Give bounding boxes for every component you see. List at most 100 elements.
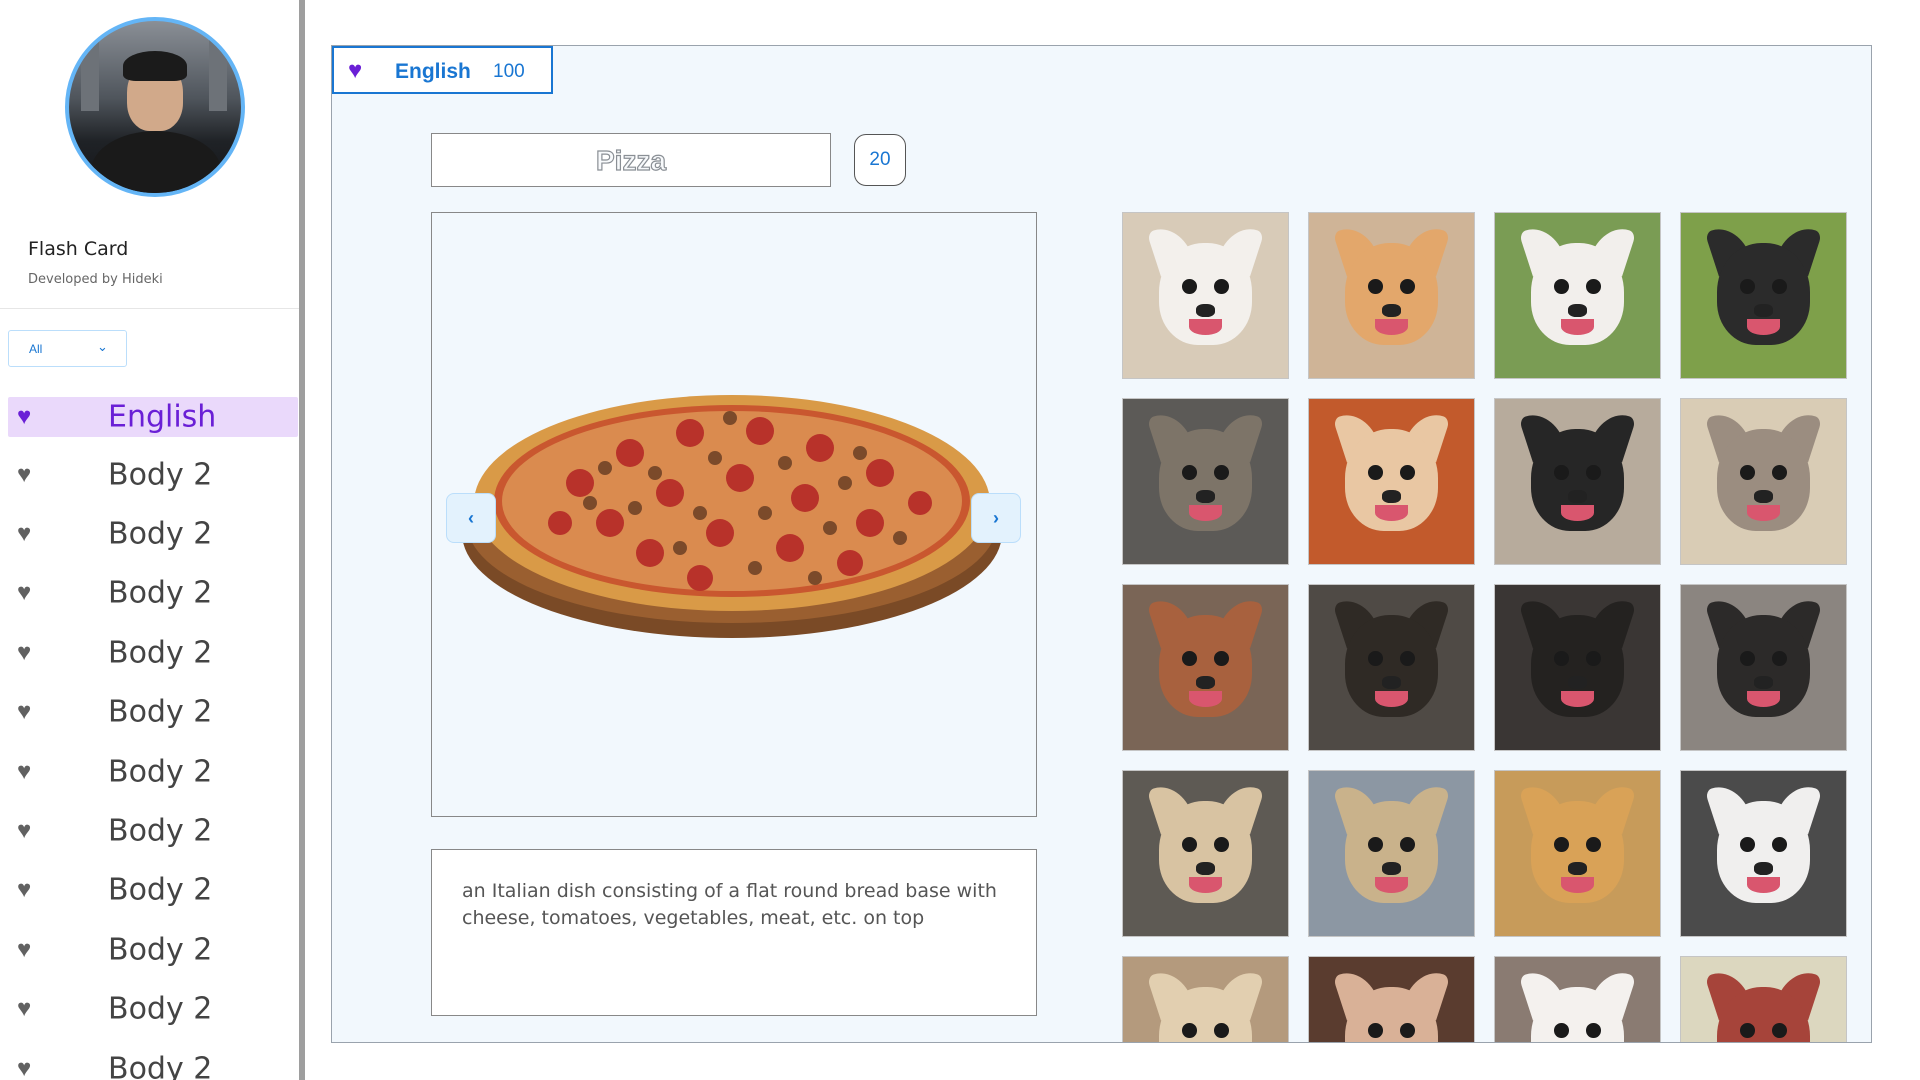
app-subtitle: Developed by Hideki xyxy=(28,272,163,287)
image-thumbnail[interactable] xyxy=(1122,584,1289,751)
image-thumbnail[interactable] xyxy=(1122,398,1289,565)
sidebar-item-body-2[interactable]: ♥ Body 2 xyxy=(8,564,298,623)
image-thumbnail[interactable] xyxy=(1680,398,1847,565)
sidebar-item-body-2[interactable]: ♥ Body 2 xyxy=(8,1039,298,1080)
mouth xyxy=(1375,504,1408,522)
sidebar-item-label: English xyxy=(108,399,217,435)
mouth xyxy=(1561,318,1594,336)
eye-right xyxy=(1213,465,1229,480)
image-thumbnail[interactable] xyxy=(1122,956,1289,1042)
eye-right xyxy=(1399,837,1415,852)
category-filter-select[interactable]: All ⌄ xyxy=(8,330,127,367)
image-thumbnail[interactable] xyxy=(1494,398,1661,565)
image-thumbnail[interactable] xyxy=(1308,212,1475,379)
image-thumbnail[interactable] xyxy=(1494,584,1661,751)
nose xyxy=(1381,303,1402,317)
nose xyxy=(1381,861,1402,875)
nose xyxy=(1567,861,1588,875)
word-field[interactable]: Pizza xyxy=(431,133,831,187)
sidebar-item-english[interactable]: ♥ English xyxy=(8,397,298,437)
eye-right xyxy=(1585,279,1601,294)
avatar[interactable] xyxy=(65,17,245,197)
sidebar-item-body-2[interactable]: ♥ Body 2 xyxy=(8,683,298,742)
eye-right xyxy=(1771,465,1787,480)
image-thumbnail[interactable] xyxy=(1680,584,1847,751)
image-thumbnail[interactable] xyxy=(1494,212,1661,379)
eye-left xyxy=(1740,1023,1756,1038)
sidebar-item-label: Body 2 xyxy=(108,516,213,552)
image-thumbnail[interactable] xyxy=(1494,770,1661,937)
eye-left xyxy=(1368,1023,1384,1038)
sidebar-item-body-2[interactable]: ♥ Body 2 xyxy=(8,801,298,860)
eye-right xyxy=(1771,651,1787,666)
nose xyxy=(1381,489,1402,503)
image-thumbnail[interactable] xyxy=(1680,212,1847,379)
eye-right xyxy=(1213,1023,1229,1038)
sidebar: Flash Card Developed by Hideki All ⌄ ♥ E… xyxy=(0,0,305,1080)
nose xyxy=(1567,675,1588,689)
sidebar-item-body-2[interactable]: ♥ Body 2 xyxy=(8,920,298,979)
card-count-badge[interactable]: 20 xyxy=(854,134,906,186)
nose xyxy=(1195,861,1216,875)
sidebar-item-label: Body 2 xyxy=(108,457,213,493)
eye-left xyxy=(1182,651,1198,666)
eye-left xyxy=(1554,651,1570,666)
nose xyxy=(1195,675,1216,689)
sidebar-item-label: Body 2 xyxy=(108,694,213,730)
nose xyxy=(1753,675,1774,689)
mouth xyxy=(1747,876,1780,894)
eye-left xyxy=(1182,837,1198,852)
app-title: Flash Card xyxy=(28,238,129,260)
image-thumbnail[interactable] xyxy=(1122,770,1289,937)
image-thumbnail[interactable] xyxy=(1494,956,1661,1042)
card-image-viewer: ‹ › xyxy=(431,212,1037,817)
nose xyxy=(1195,303,1216,317)
sidebar-item-body-2[interactable]: ♥ Body 2 xyxy=(8,861,298,920)
eye-left xyxy=(1740,279,1756,294)
nose xyxy=(1567,303,1588,317)
next-card-button[interactable]: › xyxy=(971,493,1021,543)
sidebar-item-body-2[interactable]: ♥ Body 2 xyxy=(8,742,298,801)
sidebar-item-label: Body 2 xyxy=(108,991,213,1027)
image-thumbnail[interactable] xyxy=(1308,770,1475,937)
heart-icon: ♥ xyxy=(17,403,32,430)
eye-right xyxy=(1213,279,1229,294)
previous-card-button[interactable]: ‹ xyxy=(446,493,496,543)
image-thumbnail[interactable] xyxy=(1122,212,1289,379)
sidebar-item-label: Body 2 xyxy=(108,635,213,671)
sidebar-item-label: Body 2 xyxy=(108,1051,213,1080)
nose xyxy=(1753,861,1774,875)
deck-tab-english[interactable]: ♥ English 100 xyxy=(332,46,553,94)
sidebar-item-label: Body 2 xyxy=(108,932,213,968)
eye-right xyxy=(1399,279,1415,294)
heart-icon: ♥ xyxy=(17,757,32,785)
image-thumbnail[interactable] xyxy=(1308,584,1475,751)
heart-icon: ♥ xyxy=(17,460,32,488)
avatar-body xyxy=(91,131,221,193)
sidebar-item-label: Body 2 xyxy=(108,575,213,611)
image-thumbnail[interactable] xyxy=(1308,956,1475,1042)
nose xyxy=(1567,489,1588,503)
image-thumbnail[interactable] xyxy=(1680,956,1847,1042)
sidebar-item-body-2[interactable]: ♥ Body 2 xyxy=(8,504,298,563)
eye-right xyxy=(1399,651,1415,666)
sidebar-item-body-2[interactable]: ♥ Body 2 xyxy=(8,980,298,1039)
sidebar-item-body-2[interactable]: ♥ Body 2 xyxy=(8,623,298,682)
eye-left xyxy=(1740,651,1756,666)
mouth xyxy=(1561,690,1594,708)
image-thumbnail[interactable] xyxy=(1308,398,1475,565)
mouth xyxy=(1747,690,1780,708)
pizza-image xyxy=(462,395,1002,638)
heart-icon: ♥ xyxy=(17,520,32,548)
deck-count: 100 xyxy=(493,61,525,82)
mouth xyxy=(1561,504,1594,522)
nose xyxy=(1381,675,1402,689)
divider xyxy=(0,308,299,309)
category-list: ♥ English ♥ Body 2 ♥ Body 2 ♥ Body 2 ♥ B… xyxy=(8,397,298,1080)
image-thumbnail[interactable] xyxy=(1680,770,1847,937)
sidebar-item-body-2[interactable]: ♥ Body 2 xyxy=(8,445,298,504)
eye-left xyxy=(1554,1023,1570,1038)
mouth xyxy=(1189,690,1222,708)
eye-right xyxy=(1585,465,1601,480)
mouth xyxy=(1375,690,1408,708)
